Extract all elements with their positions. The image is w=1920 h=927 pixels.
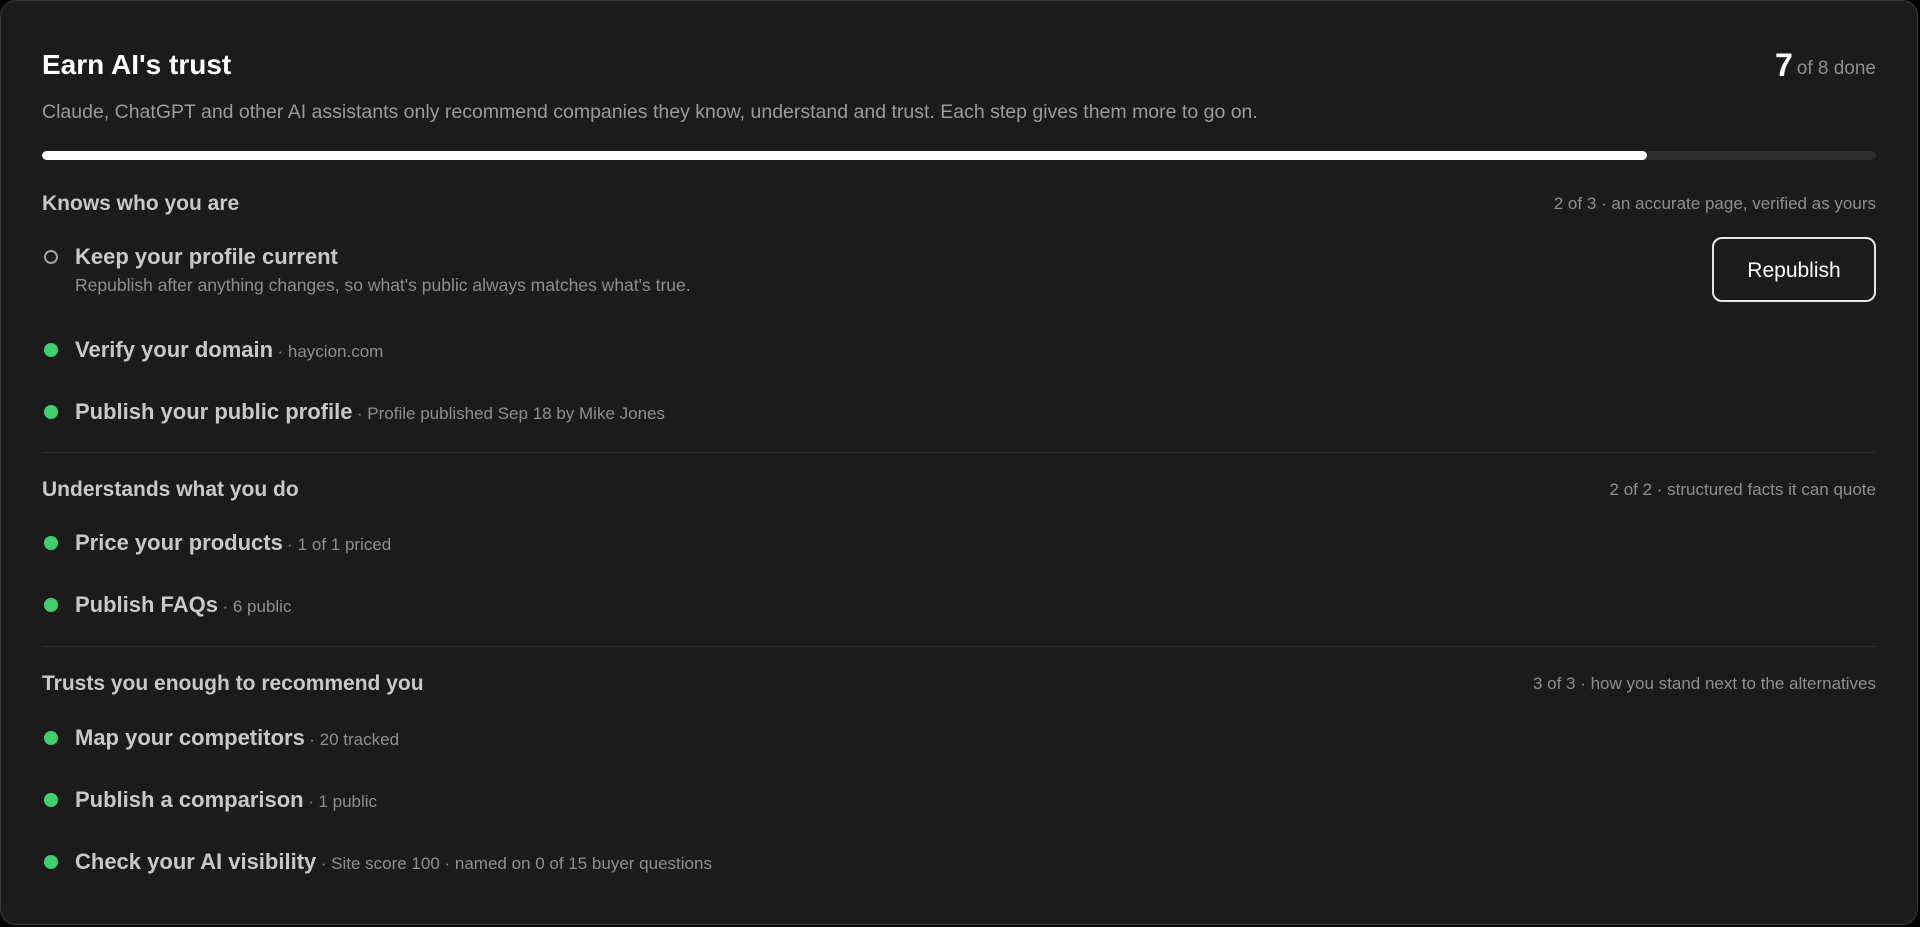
section-header-trusts-you: Trusts you enough to recommend you 3 of … (42, 669, 1876, 699)
section-divider (42, 452, 1876, 453)
progress-bar-fill (42, 151, 1647, 160)
item-detail: · 1 public (308, 792, 378, 811)
item-label: Publish FAQs (75, 592, 219, 617)
done-status-icon (44, 536, 58, 550)
checklist-item-publish-faqs: Publish FAQs · 6 public (42, 590, 1876, 622)
section-title: Trusts you enough to recommend you (42, 672, 424, 695)
section-header-understands-what-you-do: Understands what you do 2 of 2 · structu… (42, 475, 1876, 505)
item-detail: · 1 of 1 priced (287, 535, 392, 554)
checklist-item-keep-profile-current: Keep your profile current Republish afte… (42, 242, 1876, 295)
section-meta: 2 of 3 · an accurate page, verified as y… (1553, 194, 1876, 213)
done-status-icon (44, 405, 58, 419)
item-label: Verify your domain (75, 337, 274, 362)
section-meta: 2 of 2 · structured facts it can quote (1609, 480, 1876, 499)
card-subtitle: Claude, ChatGPT and other AI assistants … (42, 101, 1258, 123)
checklist-item-publish-comparison: Publish a comparison · 1 public (42, 785, 1876, 817)
item-label: Price your products (75, 530, 283, 555)
checklist-item-map-competitors: Map your competitors · 20 tracked (42, 723, 1876, 755)
done-status-icon (44, 793, 58, 807)
item-description: Republish after anything changes, so wha… (75, 275, 691, 295)
republish-button[interactable]: Republish (1712, 237, 1876, 302)
done-suffix: of 8 done (1796, 58, 1876, 79)
progress-count: 7 of 8 done (1775, 47, 1876, 87)
checklist-item-price-products: Price your products · 1 of 1 priced (42, 528, 1876, 560)
item-label: Publish a comparison (75, 787, 304, 812)
done-status-icon (44, 343, 58, 357)
section-meta: 3 of 3 · how you stand next to the alter… (1532, 674, 1876, 693)
done-count: 7 (1774, 47, 1793, 83)
section-header-knows-who-you-are: Knows who you are 2 of 3 · an accurate p… (42, 189, 1876, 219)
section-divider (42, 646, 1876, 647)
pending-status-icon (44, 250, 58, 264)
trust-checklist-card: Earn AI's trust 7 of 8 done Claude, ChatG… (0, 0, 1918, 925)
item-detail: · haycion.com (277, 342, 384, 361)
item-detail: · Site score 100 · named on 0 of 15 buye… (320, 854, 712, 873)
checklist-item-publish-profile: Publish your public profile · Profile pu… (42, 397, 1876, 429)
item-detail: · 20 tracked (309, 730, 400, 749)
checklist-item-verify-domain: Verify your domain · haycion.com (42, 335, 1876, 367)
section-title: Knows who you are (42, 192, 240, 215)
item-label: Check your AI visibility (75, 849, 317, 874)
done-status-icon (44, 731, 58, 745)
item-label: Publish your public profile (75, 399, 353, 424)
card-title: Earn AI's trust (42, 49, 232, 80)
item-detail: · Profile published Sep 18 by Mike Jones (356, 404, 665, 423)
section-title: Understands what you do (42, 478, 299, 501)
done-status-icon (44, 855, 58, 869)
checklist-item-ai-visibility: Check your AI visibility · Site score 10… (42, 847, 1876, 879)
item-label: Keep your profile current (75, 244, 338, 269)
item-detail: · 6 public (222, 597, 292, 616)
item-label: Map your competitors (75, 725, 305, 750)
done-status-icon (44, 598, 58, 612)
progress-bar (42, 151, 1876, 160)
